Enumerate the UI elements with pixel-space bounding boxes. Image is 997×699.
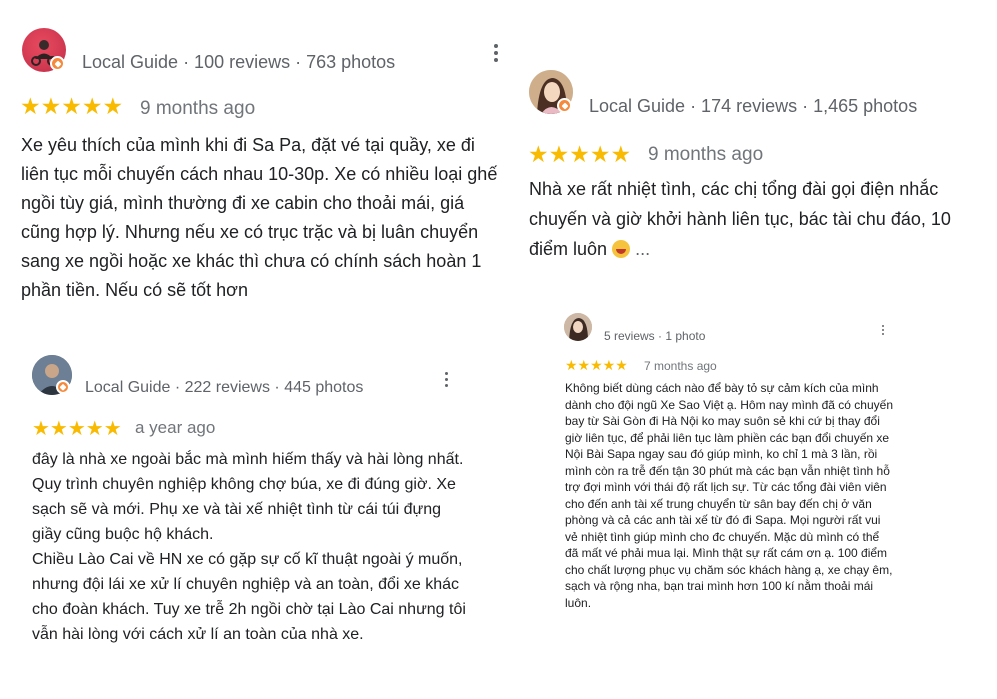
review-date: 9 months ago xyxy=(140,98,256,119)
review-text: Xe yêu thích của mình khi đi Sa Pa, đặt … xyxy=(21,131,501,305)
review-paragraph: Chiều Lào Cai về HN xe có gặp sự cố kĩ t… xyxy=(32,551,466,643)
review-paragraph: đây là nhà xe ngoài bắc mà mình hiếm thấ… xyxy=(32,451,464,543)
review-text: đây là nhà xe ngoài bắc mà mình hiếm thấ… xyxy=(32,447,472,647)
review-date: 9 months ago xyxy=(648,144,764,165)
review-date: a year ago xyxy=(135,418,216,437)
review-card: Local Guide · 222 reviews · 445 photos ★… xyxy=(15,330,485,680)
grinning-sweat-emoji-icon xyxy=(612,240,631,258)
read-more-link[interactable]: ... xyxy=(635,239,650,259)
more-options-icon[interactable] xyxy=(494,44,498,62)
star-rating: ★★★★★ xyxy=(20,93,124,119)
review-card: Local Guide · 174 reviews · 1,465 photos… xyxy=(505,60,997,270)
more-options-icon[interactable] xyxy=(882,325,884,335)
local-guide-badge-icon xyxy=(557,98,572,113)
reviewer-meta: Local Guide · 100 reviews · 763 photos xyxy=(82,52,396,72)
more-options-icon[interactable] xyxy=(445,372,448,387)
reviewer-avatar[interactable] xyxy=(564,313,592,341)
review-paragraph: Không biết dùng cách nào để bày tỏ sự cả… xyxy=(565,381,893,610)
review-text: Nhà xe rất nhiệt tình, các chị tổng đài … xyxy=(529,174,991,264)
review-paragraph: Xe yêu thích của mình khi đi Sa Pa, đặt … xyxy=(21,135,498,300)
review-paragraph: Nhà xe rất nhiệt tình, các chị tổng đài … xyxy=(529,179,951,259)
reviewer-meta: Local Guide · 222 reviews · 445 photos xyxy=(85,379,364,396)
local-guide-badge-icon xyxy=(56,380,70,394)
star-rating: ★★★★★ xyxy=(528,141,632,167)
star-rating: ★★★★★ xyxy=(565,357,628,373)
reviewer-meta: Local Guide · 174 reviews · 1,465 photos xyxy=(589,96,918,116)
review-date: 7 months ago xyxy=(644,359,717,373)
local-guide-badge-icon xyxy=(50,56,65,71)
review-card: Local Guide · 100 reviews · 763 photos ★… xyxy=(0,0,500,320)
star-rating: ★★★★★ xyxy=(32,418,122,440)
review-card: 5 reviews · 1 photo ★★★★★ 7 months ago K… xyxy=(548,300,908,685)
review-text: Không biết dùng cách nào để bày tỏ sự cả… xyxy=(565,380,895,611)
reviewer-meta: 5 reviews · 1 photo xyxy=(604,329,706,343)
